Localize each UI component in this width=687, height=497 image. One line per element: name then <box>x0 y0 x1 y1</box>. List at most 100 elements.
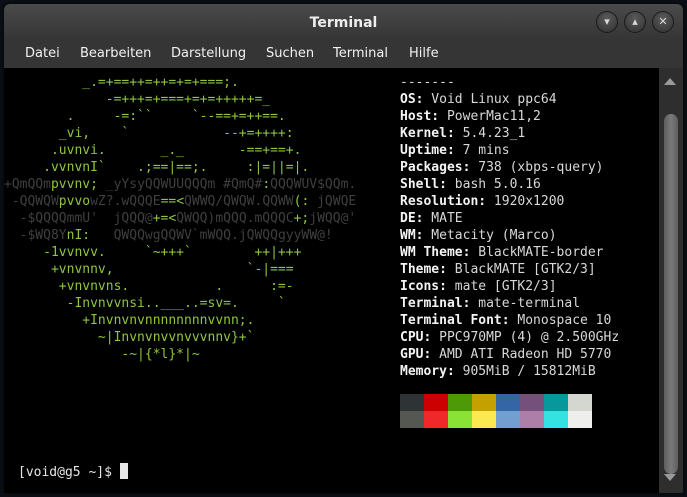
chevron-down-icon: ▾ <box>604 15 610 28</box>
logo-segment: (: <box>293 194 310 209</box>
logo-segment: pvvo <box>58 194 91 209</box>
scroll-up-arrow-icon[interactable] <box>664 78 676 85</box>
logo-segment: -$WQ8Y <box>4 228 67 243</box>
info-row: WM: Metacity (Marco) <box>400 227 557 244</box>
info-key: Shell: <box>400 177 447 192</box>
color-swatch <box>424 411 448 428</box>
info-key: Uptime: <box>400 143 455 158</box>
menu-bar: Datei Bearbeiten Darstellung Suchen Term… <box>4 40 683 68</box>
window-title: Terminal <box>309 15 378 31</box>
info-key: Packages: <box>400 160 471 175</box>
minimize-button[interactable]: ▾ <box>596 11 618 33</box>
logo-segment: -~|{*l}*|~ <box>4 347 200 362</box>
logo-segment: -1vvnvv. `~+++` ++|+++ <box>4 245 302 260</box>
menu-bearbeiten[interactable]: Bearbeiten <box>80 46 151 61</box>
color-swatch <box>544 411 568 428</box>
info-value: 738 (xbps-query) <box>470 160 604 175</box>
logo-line: ~|Invnvnvvnvvvnnv}+` <box>4 329 255 346</box>
color-swatch <box>400 411 424 428</box>
info-value: BlackMATE-border <box>470 245 604 260</box>
info-row: Icons: mate [GTK2/3] <box>400 278 557 295</box>
menu-hilfe[interactable]: Hilfe <box>409 46 439 61</box>
logo-segment: .uvnvi. _._ -==+==+. <box>4 143 302 158</box>
logo-segment: +; <box>293 211 310 226</box>
info-key: WM Theme: <box>400 245 471 260</box>
info-key: Host: <box>400 109 440 124</box>
info-row: Kernel: 5.4.23_1 <box>400 125 525 142</box>
color-swatch <box>568 394 592 411</box>
color-swatch <box>496 411 520 428</box>
logo-segment: +QmQQm <box>4 177 51 192</box>
color-swatch <box>472 394 496 411</box>
info-value: mate [GTK2/3] <box>446 279 557 294</box>
shell-prompt[interactable]: [void@g5 ~]$ <box>18 463 128 480</box>
info-value: PowerMac11,2 <box>439 109 541 124</box>
info-value: Metacity (Marco) <box>423 228 557 243</box>
menu-suchen[interactable]: Suchen <box>266 46 314 61</box>
info-row: Theme: BlackMATE [GTK2/3] <box>400 261 596 278</box>
info-row: DE: MATE <box>400 210 463 227</box>
terminal-output[interactable]: _.=+==++=++=+=+===;. -=+++=+===+=+=+++++… <box>4 68 659 493</box>
info-row: Uptime: 7 mins <box>400 142 510 159</box>
info-value: BlackMATE [GTK2/3] <box>446 262 596 277</box>
logo-line: -$WQ8YnI: QWQQwgQQWV`mWQQ.jQWQQgyyWW@! <box>4 227 333 244</box>
logo-segment: +vnvnvns. . :=- <box>4 279 294 294</box>
text-cursor <box>119 463 128 479</box>
close-button[interactable]: ✕ <box>652 11 674 33</box>
maximize-button[interactable]: ▴ <box>624 11 646 33</box>
info-value: AMD ATI Radeon HD 5770 <box>431 347 612 362</box>
menu-terminal[interactable]: Terminal <box>333 46 388 61</box>
color-swatch <box>520 411 544 428</box>
info-key: GPU: <box>400 347 432 362</box>
scroll-down-arrow-icon[interactable] <box>664 474 676 481</box>
logo-segment: QWWQ/QWQW.QQWW <box>184 194 294 209</box>
logo-line: +vnvnvns. . :=- <box>4 278 294 295</box>
info-row: Host: PowerMac11,2 <box>400 108 541 125</box>
logo-line: +QmQQmpvvnv; _yYsyQQWUUQQQm #QmQ#:QQQWUV… <box>4 176 356 193</box>
logo-line: -=+++=+===+=+=+++++=_ <box>4 91 270 108</box>
color-swatch <box>472 411 496 428</box>
logo-segment: QWQQ)mQQQ.mQQQC <box>176 211 294 226</box>
logo-line: .vvnvnI` .;==|==;. :|=||=|. <box>4 159 309 176</box>
logo-line: -Invnvvnsi..___..=sv=. ` <box>4 295 286 312</box>
menu-datei[interactable]: Datei <box>25 46 60 61</box>
menu-darstellung[interactable]: Darstellung <box>171 46 246 61</box>
info-key: Theme: <box>400 262 447 277</box>
logo-line: -$QQQQmmU' jQQQ@+=<QWQQ)mQQQ.mQQQC+;jWQQ… <box>4 210 357 227</box>
scrollbar-thumb[interactable] <box>664 114 678 474</box>
info-key: Memory: <box>400 364 455 379</box>
info-row: OS: Void Linux ppc64 <box>400 91 557 108</box>
logo-line: .uvnvi. _._ -==+==+. <box>4 142 301 159</box>
prompt-text: [void@g5 ~]$ <box>18 465 120 480</box>
logo-segment: . -=:`` `--==+=++==. <box>4 109 286 124</box>
info-value: bash 5.0.16 <box>446 177 541 192</box>
info-value: 905MiB / 15812MiB <box>454 364 596 379</box>
info-key: Kernel: <box>400 126 455 141</box>
info-row: Packages: 738 (xbps-query) <box>400 159 604 176</box>
close-icon: ✕ <box>658 15 668 28</box>
color-swatch <box>568 411 592 428</box>
info-value: 5.4.23_1 <box>454 126 526 141</box>
logo-segment: nI: <box>66 228 91 243</box>
logo-line: _.=+==++=++=+=+===;. <box>4 74 239 91</box>
logo-segment: -Invnvvnsi..___..=sv=. ` <box>4 296 286 311</box>
logo-segment: QWQQwgQQWV`mWQQ.jQWQQgyyWW@! <box>90 228 333 243</box>
info-value: mate-terminal <box>470 296 581 311</box>
color-swatch <box>448 394 472 411</box>
color-swatch <box>400 394 424 411</box>
logo-segment: +vnvnnv, `-|=== <box>4 262 294 277</box>
logo-line: -1vvnvv. `~+++` ++|+++ <box>4 244 301 261</box>
logo-segment: jQWQE <box>309 194 357 209</box>
info-value: Void Linux ppc64 <box>423 92 557 107</box>
vertical-scrollbar[interactable] <box>659 68 683 493</box>
logo-segment: jWQQ@' <box>309 211 357 226</box>
color-swatch <box>544 394 568 411</box>
chevron-up-icon: ▴ <box>632 15 638 28</box>
color-swatch <box>496 394 520 411</box>
info-row: Memory: 905MiB / 15812MiB <box>400 363 596 380</box>
logo-segment: _.=+==++=++=+=+===;. <box>4 75 239 90</box>
info-value: Monospace 10 <box>509 313 612 328</box>
info-key: Icons: <box>400 279 447 294</box>
title-bar[interactable]: Terminal ▾ ▴ ✕ <box>4 4 683 40</box>
info-row: GPU: AMD ATI Radeon HD 5770 <box>400 346 611 363</box>
